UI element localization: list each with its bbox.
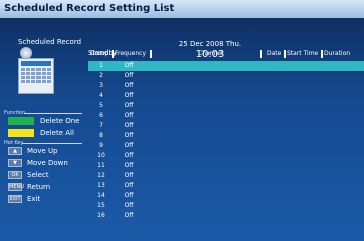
schedule-table: Group Frequency Channel Date Start Time … xyxy=(88,49,364,241)
row-group: 1 xyxy=(99,62,103,69)
row-frequency: Off xyxy=(124,162,134,169)
delete-all-key[interactable]: Delete All xyxy=(8,128,74,138)
row-group: 2 xyxy=(99,72,103,79)
table-row[interactable]: 13 Off xyxy=(88,181,364,191)
row-frequency: Off xyxy=(124,92,134,99)
function-divider xyxy=(24,113,82,114)
row-frequency: Off xyxy=(124,62,134,69)
select-label: Select xyxy=(27,171,49,179)
table-row[interactable]: 16 Off xyxy=(88,211,364,221)
delete-one-label: Delete One xyxy=(40,117,80,125)
window-title: Scheduled Record Setting List xyxy=(0,0,364,18)
row-group: 11 xyxy=(97,162,105,169)
row-frequency: Off xyxy=(124,82,134,89)
table-row[interactable]: 10 Off xyxy=(88,151,364,161)
delete-one-key[interactable]: Delete One xyxy=(8,116,79,126)
row-group: 14 xyxy=(97,192,105,199)
row-frequency: Off xyxy=(124,122,134,129)
table-row[interactable]: 15 Off xyxy=(88,201,364,211)
row-frequency: Off xyxy=(124,212,134,219)
row-group: 5 xyxy=(99,102,103,109)
header-channel: Channel xyxy=(198,50,223,57)
return-label: Return xyxy=(27,183,51,191)
calendar-icon xyxy=(18,58,54,94)
header-separator xyxy=(150,50,152,58)
table-row[interactable]: 14 Off xyxy=(88,191,364,201)
yellow-key-icon xyxy=(8,129,34,137)
green-key-icon xyxy=(8,117,34,125)
exit-button-icon: EXIT xyxy=(8,195,22,203)
row-group: 16 xyxy=(97,212,105,219)
table-row[interactable]: 9 Off xyxy=(88,141,364,151)
row-group: 15 xyxy=(97,202,105,209)
row-group: 9 xyxy=(99,142,103,149)
row-group: 12 xyxy=(97,172,105,179)
header-separator xyxy=(260,50,262,58)
row-group: 3 xyxy=(99,82,103,89)
current-date: 25 Dec 2008 Thu. xyxy=(178,40,242,48)
header-separator xyxy=(112,50,114,58)
row-frequency: Off xyxy=(124,192,134,199)
row-group: 13 xyxy=(97,182,105,189)
menu-button-icon: MENU xyxy=(8,183,24,191)
header-frequency: Frequency xyxy=(115,50,146,57)
row-group: 7 xyxy=(99,122,103,129)
row-frequency: Off xyxy=(124,202,134,209)
table-row[interactable]: 3 Off xyxy=(88,81,364,91)
row-frequency: Off xyxy=(124,132,134,139)
row-frequency: Off xyxy=(124,72,134,79)
table-row[interactable]: 11 Off xyxy=(88,161,364,171)
up-arrow-icon: ▲ xyxy=(8,147,22,155)
row-frequency: Off xyxy=(124,112,134,119)
exit-label: Exit xyxy=(27,195,41,203)
header-duration: Duration xyxy=(324,50,351,57)
screen: Scheduled Record Setting List Scheduled … xyxy=(0,0,364,241)
select-key[interactable]: OK Select xyxy=(8,170,49,180)
ok-button-icon: OK xyxy=(8,171,22,179)
row-frequency: Off xyxy=(124,172,134,179)
move-up-label: Move Up xyxy=(27,147,58,155)
row-frequency: Off xyxy=(124,142,134,149)
row-frequency: Off xyxy=(124,182,134,189)
header-separator xyxy=(284,50,286,58)
header-date: Date xyxy=(267,50,282,57)
move-down-key[interactable]: ▼ Move Down xyxy=(8,158,68,168)
table-row[interactable]: 5 Off xyxy=(88,101,364,111)
row-group: 4 xyxy=(99,92,103,99)
move-up-key[interactable]: ▲ Move Up xyxy=(8,146,58,156)
move-down-label: Move Down xyxy=(27,159,68,167)
scheduled-record-label: Scheduled Record xyxy=(18,38,82,46)
row-group: 6 xyxy=(99,112,103,119)
exit-key[interactable]: EXIT Exit xyxy=(8,194,40,204)
header-start-time: Start Time xyxy=(287,50,319,57)
header-separator xyxy=(321,50,323,58)
table-row[interactable]: 6 Off xyxy=(88,111,364,121)
return-key[interactable]: MENU Return xyxy=(8,182,50,192)
table-row[interactable]: 12 Off xyxy=(88,171,364,181)
table-row[interactable]: 4 Off xyxy=(88,91,364,101)
table-row[interactable]: 7 Off xyxy=(88,121,364,131)
header-group: Group xyxy=(90,50,109,57)
table-row[interactable]: 2 Off xyxy=(88,71,364,81)
table-row[interactable]: 1 Off xyxy=(88,61,364,71)
row-frequency: Off xyxy=(124,102,134,109)
delete-all-label: Delete All xyxy=(40,129,74,137)
row-group: 8 xyxy=(99,132,103,139)
table-rows: 1 Off 2 Off 3 Off 4 Off 5 Off 6 Off 7 Off 8 Off 9 Off 10 Of… xyxy=(88,61,364,221)
down-arrow-icon: ▼ xyxy=(8,159,22,167)
hotkey-divider xyxy=(22,143,82,144)
row-group: 10 xyxy=(97,152,105,159)
top-info: Scheduled Record Standby 25 Dec 2008 Thu… xyxy=(0,18,364,60)
table-row[interactable]: 8 Off xyxy=(88,131,364,141)
row-frequency: Off xyxy=(124,152,134,159)
